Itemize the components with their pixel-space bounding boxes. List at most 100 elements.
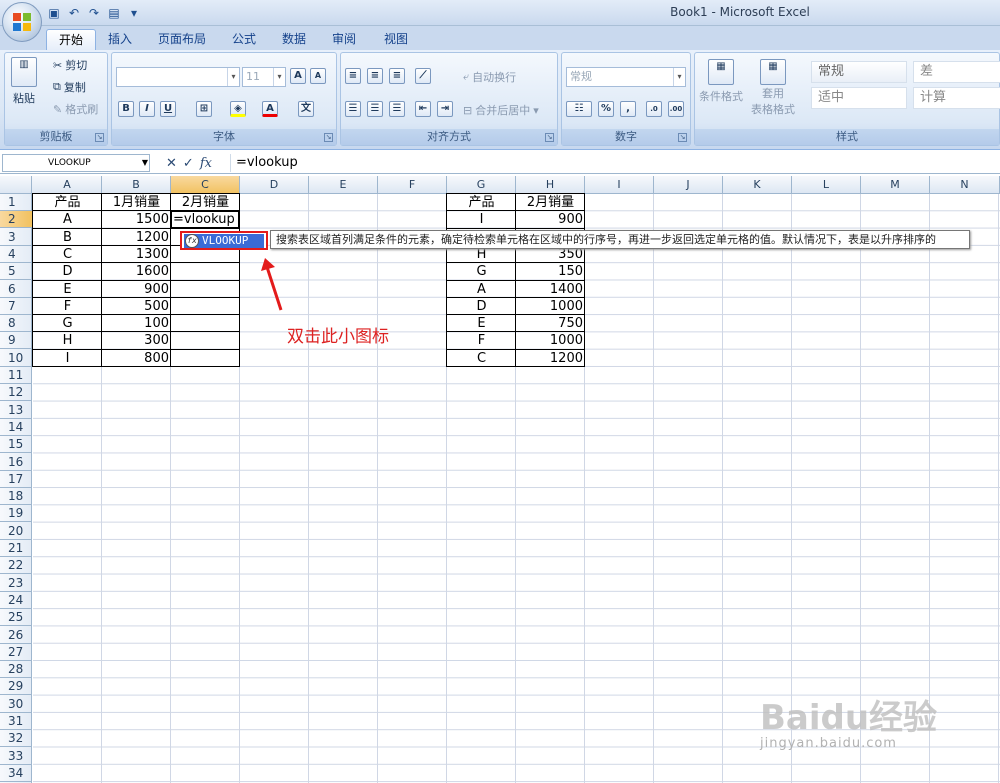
column-header[interactable]: H bbox=[516, 176, 585, 194]
table-cell[interactable]: I bbox=[447, 211, 516, 228]
table-cell[interactable]: 150 bbox=[516, 263, 585, 280]
column-header[interactable]: L bbox=[792, 176, 861, 194]
row-header[interactable]: 9 bbox=[0, 332, 32, 350]
row-header[interactable]: 26 bbox=[0, 627, 32, 644]
table-header-cell[interactable]: 2月销量 bbox=[171, 194, 240, 211]
underline-button[interactable]: U bbox=[160, 101, 176, 117]
number-launcher-icon[interactable]: ↘ bbox=[678, 133, 687, 142]
table-cell[interactable]: G bbox=[33, 315, 102, 332]
tab-review[interactable]: 审阅 bbox=[320, 29, 368, 50]
bold-button[interactable]: B bbox=[118, 101, 134, 117]
row-header[interactable]: 24 bbox=[0, 592, 32, 609]
table-header-cell[interactable]: 产品 bbox=[33, 194, 102, 211]
row-header[interactable]: 34 bbox=[0, 765, 32, 782]
number-format-combo[interactable]: 常规 ▾ bbox=[566, 67, 686, 87]
table-cell[interactable]: G bbox=[447, 263, 516, 280]
table-cell[interactable]: 1300 bbox=[102, 246, 171, 263]
column-header[interactable]: F bbox=[378, 176, 447, 194]
align-middle-button[interactable]: ≡ bbox=[367, 68, 383, 84]
table-cell[interactable]: A bbox=[33, 211, 102, 228]
align-bottom-button[interactable]: ≡ bbox=[389, 68, 405, 84]
alignment-launcher-icon[interactable]: ↘ bbox=[545, 133, 554, 142]
table-cell[interactable]: C bbox=[33, 246, 102, 263]
cancel-icon[interactable]: ✕ bbox=[166, 156, 177, 171]
table-cell[interactable]: 1400 bbox=[516, 281, 585, 298]
row-header[interactable]: 28 bbox=[0, 661, 32, 679]
office-button[interactable] bbox=[2, 2, 42, 42]
table-cell[interactable]: C bbox=[447, 350, 516, 367]
tab-page-layout[interactable]: 页面布局 bbox=[146, 29, 218, 50]
row-header[interactable]: 3 bbox=[0, 229, 32, 246]
table-cell[interactable]: 750 bbox=[516, 315, 585, 332]
grow-font-button[interactable]: A bbox=[290, 68, 306, 84]
shrink-font-button[interactable]: A bbox=[310, 68, 326, 84]
table-header-cell[interactable]: 2月销量 bbox=[516, 194, 585, 211]
column-header[interactable]: G bbox=[447, 176, 516, 194]
column-header[interactable]: I bbox=[585, 176, 654, 194]
table-cell[interactable]: F bbox=[447, 332, 516, 349]
row-header[interactable]: 17 bbox=[0, 471, 32, 488]
format-as-table-button[interactable]: ▦ 套用 表格格式 bbox=[751, 59, 795, 117]
table-cell[interactable]: E bbox=[33, 281, 102, 298]
merge-center-button[interactable]: ⊟ 合并后居中 ▾ bbox=[463, 102, 539, 118]
format-painter-button[interactable]: ✎ 格式刷 bbox=[53, 101, 98, 117]
cut-button[interactable]: ✂ 剪切 bbox=[53, 57, 87, 73]
table-cell[interactable]: 300 bbox=[102, 332, 171, 349]
table-cell[interactable]: 1500 bbox=[102, 211, 171, 228]
percent-button[interactable]: % bbox=[598, 101, 614, 117]
row-header[interactable]: 11 bbox=[0, 367, 32, 384]
column-header[interactable]: D bbox=[240, 176, 309, 194]
enter-icon[interactable]: ✓ bbox=[183, 156, 194, 171]
clipboard-launcher-icon[interactable]: ↘ bbox=[95, 133, 104, 142]
row-header[interactable]: 32 bbox=[0, 730, 32, 748]
conditional-format-button[interactable]: ▦ 条件格式 bbox=[699, 59, 743, 104]
row-header[interactable]: 33 bbox=[0, 748, 32, 765]
row-header[interactable]: 5 bbox=[0, 263, 32, 281]
align-center-button[interactable]: ☰ bbox=[367, 101, 383, 117]
table-header-cell[interactable]: 1月销量 bbox=[102, 194, 171, 211]
currency-button[interactable]: ☷ bbox=[566, 101, 592, 117]
copy-button[interactable]: ⧉ 复制 bbox=[53, 79, 86, 95]
autocomplete-list[interactable]: fx VLOOKUP bbox=[180, 231, 268, 250]
row-header[interactable]: 29 bbox=[0, 678, 32, 696]
font-color-button[interactable]: A bbox=[262, 101, 278, 117]
table-cell[interactable]: 1200 bbox=[516, 350, 585, 367]
style-calculation[interactable]: 计算 bbox=[913, 87, 1000, 109]
column-header[interactable]: J bbox=[654, 176, 723, 194]
table-cell[interactable]: 800 bbox=[102, 350, 171, 367]
italic-button[interactable]: I bbox=[139, 101, 155, 117]
row-header[interactable]: 25 bbox=[0, 609, 32, 627]
row-header[interactable]: 23 bbox=[0, 575, 32, 592]
table-cell[interactable]: 500 bbox=[102, 298, 171, 315]
wrap-text-button[interactable]: ⤶ 自动换行 bbox=[463, 69, 516, 85]
align-right-button[interactable]: ☰ bbox=[389, 101, 405, 117]
row-header[interactable]: 4 bbox=[0, 246, 32, 263]
row-header[interactable]: 30 bbox=[0, 696, 32, 713]
row-header[interactable]: 27 bbox=[0, 644, 32, 661]
row-header[interactable]: 15 bbox=[0, 436, 32, 454]
tab-view[interactable]: 视图 bbox=[372, 29, 420, 50]
phonetic-button[interactable]: 文 bbox=[298, 101, 314, 117]
style-normal[interactable]: 常规 bbox=[811, 61, 907, 83]
increase-indent-button[interactable]: ⇥ bbox=[437, 101, 453, 117]
table-cell[interactable]: F bbox=[33, 298, 102, 315]
column-header[interactable]: N bbox=[930, 176, 1000, 194]
table-cell[interactable]: E bbox=[447, 315, 516, 332]
tab-data[interactable]: 数据 bbox=[270, 29, 318, 50]
table-cell[interactable]: 1200 bbox=[102, 229, 171, 246]
style-neutral[interactable]: 适中 bbox=[811, 87, 907, 109]
comma-button[interactable]: , bbox=[620, 101, 636, 117]
row-header[interactable]: 21 bbox=[0, 540, 32, 557]
table-cell[interactable]: B bbox=[33, 229, 102, 246]
table-cell[interactable]: A bbox=[447, 281, 516, 298]
orientation-button[interactable]: ⟋ bbox=[415, 68, 431, 84]
borders-button[interactable]: ⊞ bbox=[196, 101, 212, 117]
insert-function-icon[interactable]: fx bbox=[200, 156, 212, 171]
style-bad[interactable]: 差 bbox=[913, 61, 1000, 83]
font-size-combo[interactable]: 11 ▾ bbox=[242, 67, 286, 87]
tab-insert[interactable]: 插入 bbox=[96, 29, 144, 50]
paste-button[interactable]: ▥ 粘贴 bbox=[11, 57, 37, 106]
font-launcher-icon[interactable]: ↘ bbox=[324, 133, 333, 142]
row-header[interactable]: 2 bbox=[0, 211, 32, 229]
column-header-selected[interactable]: C bbox=[171, 176, 240, 194]
